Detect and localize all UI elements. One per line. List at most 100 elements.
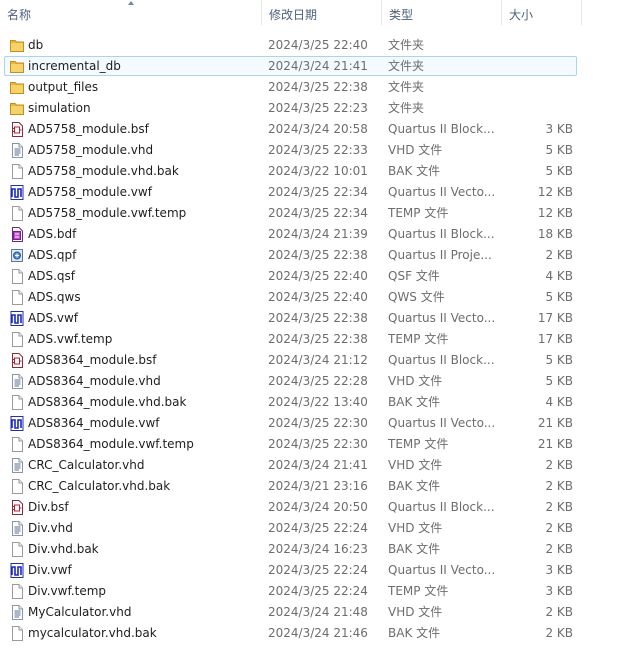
block-diagram-file-icon	[10, 227, 24, 242]
file-row[interactable]: ADS8364_module.bsf 2024/3/24 21:12 Quartus…	[0, 350, 641, 371]
file-name: ADS.qsf	[28, 269, 75, 283]
file-type: Quartus II Vecto...	[388, 563, 496, 577]
file-row[interactable]: db 2024/3/25 22:40 文件夹	[0, 35, 641, 56]
project-file-icon	[10, 248, 24, 263]
file-row[interactable]: ADS8364_module.vwf.temp 2024/3/25 22:30 TE…	[0, 434, 641, 455]
file-size: 3 KB	[545, 584, 573, 598]
file-modified-date: 2024/3/25 22:38	[268, 248, 368, 262]
file-type: QWS 文件	[388, 290, 445, 304]
file-size: 12 KB	[537, 206, 573, 220]
file-name: CRC_Calculator.vhd	[28, 458, 145, 472]
file-row[interactable]: simulation 2024/3/25 22:23 文件夹	[0, 98, 641, 119]
file-modified-date: 2024/3/24 16:23	[268, 542, 368, 556]
file-row[interactable]: Div.vhd 2024/3/25 22:24 VHD 文件 2 KB	[0, 518, 641, 539]
file-type: 文件夹	[388, 59, 425, 73]
file-name: AD5758_module.vhd	[28, 143, 154, 157]
file-row[interactable]: ADS.vwf 2024/3/25 22:38 Quartus II Vecto..…	[0, 308, 641, 329]
file-type: Quartus II Block...	[388, 227, 495, 241]
file-name: AD5758_module.vwf.temp	[28, 206, 187, 220]
file-row[interactable]: ADS8364_module.vhd 2024/3/25 22:28 VHD 文件 5…	[0, 371, 641, 392]
column-header-date[interactable]: 修改日期	[262, 0, 382, 28]
file-type: VHD 文件	[388, 521, 443, 535]
file-name: ADS.bdf	[28, 227, 77, 241]
blank-file-icon	[10, 332, 24, 347]
file-row[interactable]: ADS8364_module.vhd.bak 2024/3/22 13:40 BAK…	[0, 392, 641, 413]
file-name: AD5758_module.vhd.bak	[28, 164, 179, 178]
file-modified-date: 2024/3/25 22:30	[268, 416, 368, 430]
file-modified-date: 2024/3/24 21:41	[268, 458, 368, 472]
file-modified-date: 2024/3/25 22:33	[268, 143, 368, 157]
file-type: BAK 文件	[388, 164, 441, 178]
file-row[interactable]: ADS.qws 2024/3/25 22:40 QWS 文件 5 KB	[0, 287, 641, 308]
file-row[interactable]: CRC_Calculator.vhd.bak 2024/3/21 23:16 BAK…	[0, 476, 641, 497]
file-row[interactable]: ADS.vwf.temp 2024/3/25 22:38 TEMP 文件 17 KB	[0, 329, 641, 350]
file-modified-date: 2024/3/24 21:39	[268, 227, 368, 241]
file-modified-date: 2024/3/25 22:40	[268, 38, 368, 52]
file-size: 5 KB	[545, 143, 573, 157]
folder-icon	[10, 80, 24, 95]
file-modified-date: 2024/3/24 21:12	[268, 353, 368, 367]
file-size: 3 KB	[545, 563, 573, 577]
column-header-bar: 名称 修改日期 类型 大小	[0, 0, 641, 30]
file-row[interactable]: MyCalculator.vhd 2024/3/24 21:48 VHD 文件 2 K…	[0, 602, 641, 623]
column-header-type[interactable]: 类型	[382, 0, 502, 28]
file-type: TEMP 文件	[388, 332, 449, 346]
blank-file-icon	[10, 206, 24, 221]
file-size: 21 KB	[537, 437, 573, 451]
file-name: AD5758_module.vwf	[28, 185, 152, 199]
file-row[interactable]: mycalculator.vhd.bak 2024/3/24 21:46 BAK 文…	[0, 623, 641, 644]
file-row[interactable]: AD5758_module.vhd.bak 2024/3/22 10:01 BAK …	[0, 161, 641, 182]
file-type: VHD 文件	[388, 143, 443, 157]
file-row[interactable]: Div.vhd.bak 2024/3/24 16:23 BAK 文件 2 KB	[0, 539, 641, 560]
blank-file-icon	[10, 290, 24, 305]
file-type: QSF 文件	[388, 269, 440, 283]
file-type: VHD 文件	[388, 374, 443, 388]
file-row[interactable]: AD5758_module.vwf.temp 2024/3/25 22:34 TEM…	[0, 203, 641, 224]
file-name: mycalculator.vhd.bak	[28, 626, 157, 640]
file-name: ADS8364_module.vwf.temp	[28, 437, 194, 451]
file-type: BAK 文件	[388, 626, 441, 640]
file-size: 12 KB	[537, 185, 573, 199]
waveform-file-icon	[10, 185, 24, 200]
column-divider[interactable]	[581, 0, 582, 25]
file-row[interactable]: AD5758_module.vwf 2024/3/25 22:34 Quartus …	[0, 182, 641, 203]
file-row[interactable]: ADS.bdf 2024/3/24 21:39 Quartus II Block..…	[0, 224, 641, 245]
file-name: MyCalculator.vhd	[28, 605, 132, 619]
file-modified-date: 2024/3/25 22:23	[268, 101, 368, 115]
file-name: db	[28, 38, 44, 52]
file-name: Div.vwf	[28, 563, 72, 577]
file-row[interactable]: ADS.qsf 2024/3/25 22:40 QSF 文件 4 KB	[0, 266, 641, 287]
blank-file-icon	[10, 479, 24, 494]
column-header-size[interactable]: 大小	[502, 0, 582, 28]
file-row[interactable]: ADS8364_module.vwf 2024/3/25 22:30 Quartus…	[0, 413, 641, 434]
file-modified-date: 2024/3/25 22:28	[268, 374, 368, 388]
file-row[interactable]: Div.vwf 2024/3/25 22:24 Quartus II Vecto..…	[0, 560, 641, 581]
file-name: ADS.vwf	[28, 311, 79, 325]
file-modified-date: 2024/3/25 22:30	[268, 437, 368, 451]
file-modified-date: 2024/3/25 22:34	[268, 185, 368, 199]
file-modified-date: 2024/3/21 23:16	[268, 479, 368, 493]
folder-icon	[10, 38, 24, 53]
file-name: CRC_Calculator.vhd.bak	[28, 479, 171, 493]
file-name: ADS8364_module.vhd	[28, 374, 161, 388]
file-row[interactable]: incremental_db 2024/3/24 21:41 文件夹	[0, 56, 641, 77]
file-type: Quartus II Block...	[388, 500, 495, 514]
file-row[interactable]: CRC_Calculator.vhd 2024/3/24 21:41 VHD 文件 2…	[0, 455, 641, 476]
file-name: incremental_db	[28, 59, 121, 73]
file-row[interactable]: ADS.qpf 2024/3/25 22:38 Quartus II Proje..…	[0, 245, 641, 266]
file-row[interactable]: Div.bsf 2024/3/24 20:50 Quartus II Block..…	[0, 497, 641, 518]
file-row[interactable]: AD5758_module.vhd 2024/3/25 22:33 VHD 文件 5 …	[0, 140, 641, 161]
file-name: ADS.qws	[28, 290, 81, 304]
waveform-file-icon	[10, 311, 24, 326]
file-row[interactable]: output_files 2024/3/25 22:38 文件夹	[0, 77, 641, 98]
file-name: ADS.qpf	[28, 248, 77, 262]
file-size: 2 KB	[545, 458, 573, 472]
file-size: 3 KB	[545, 122, 573, 136]
file-modified-date: 2024/3/24 20:58	[268, 122, 368, 136]
file-size: 18 KB	[537, 227, 573, 241]
file-type: 文件夹	[388, 38, 425, 52]
file-row[interactable]: AD5758_module.bsf 2024/3/24 20:58 Quartus …	[0, 119, 641, 140]
file-row[interactable]: Div.vwf.temp 2024/3/25 22:24 TEMP 文件 3 KB	[0, 581, 641, 602]
block-symbol-file-icon	[10, 500, 24, 515]
blank-file-icon	[10, 269, 24, 284]
